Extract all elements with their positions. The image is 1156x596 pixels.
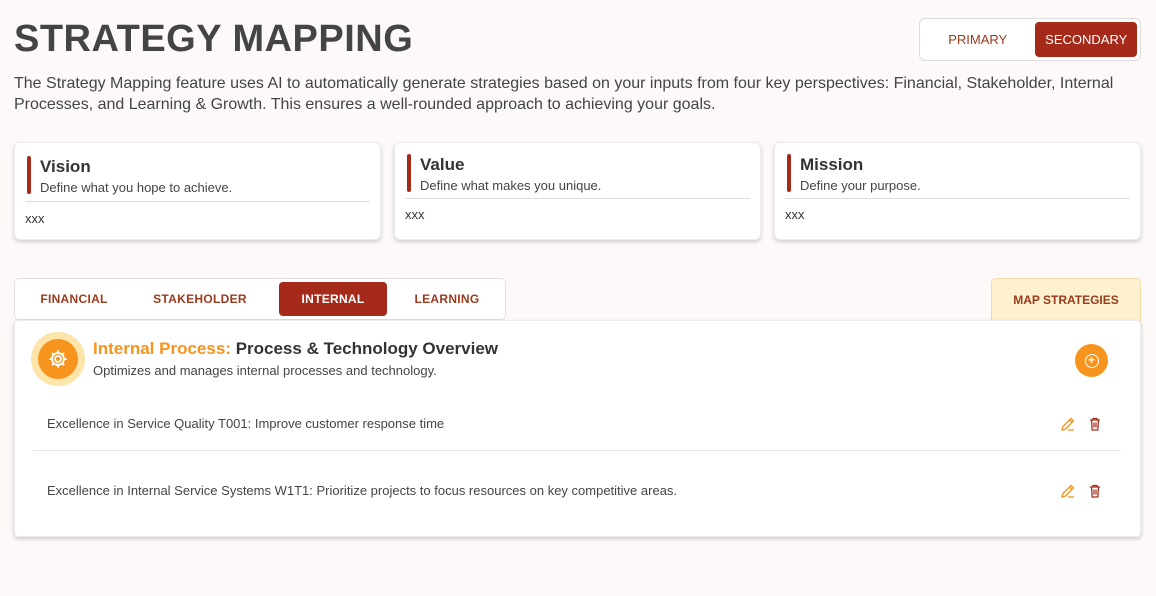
- card-title: Value: [420, 155, 465, 174]
- vision-value[interactable]: xxx: [25, 211, 45, 226]
- edit-icon[interactable]: [1060, 483, 1076, 499]
- strategy-panel: Internal Process: Process & Technology O…: [14, 320, 1141, 537]
- panel-title-text: Process & Technology Overview: [235, 339, 499, 358]
- tab-learning[interactable]: LEARNING: [397, 282, 497, 316]
- tab-financial[interactable]: FINANCIAL: [18, 282, 130, 316]
- panel-title: Internal Process: Process & Technology O…: [93, 339, 498, 359]
- delete-icon[interactable]: [1087, 416, 1103, 432]
- perspective-tabs: FINANCIAL STAKEHOLDER INTERNAL LEARNING: [14, 278, 506, 320]
- mission-value[interactable]: xxx: [785, 207, 805, 222]
- row-divider: [33, 450, 1121, 451]
- tab-stakeholder[interactable]: STAKEHOLDER: [140, 282, 260, 316]
- card-divider: [405, 198, 750, 199]
- strategy-text: Excellence in Internal Service Systems W…: [47, 483, 678, 498]
- vision-card[interactable]: Vision Define what you hope to achieve. …: [14, 142, 381, 240]
- tab-internal[interactable]: INTERNAL: [279, 282, 387, 316]
- plus-icon: +: [1084, 353, 1099, 368]
- card-divider: [785, 198, 1130, 199]
- card-subtitle: Define what makes you unique.: [420, 178, 602, 193]
- map-strategies-button[interactable]: MAP STRATEGIES: [991, 278, 1141, 322]
- add-strategy-button[interactable]: +: [1075, 344, 1108, 377]
- panel-title-prefix: Internal Process:: [93, 339, 231, 358]
- card-divider: [25, 201, 370, 202]
- edit-icon[interactable]: [1060, 416, 1076, 432]
- gear-icon: [31, 332, 85, 386]
- list-item[interactable]: Excellence in Service Quality T001: Impr…: [33, 394, 1121, 454]
- value-value[interactable]: xxx: [405, 207, 425, 222]
- secondary-toggle-button[interactable]: SECONDARY: [1035, 22, 1137, 57]
- card-accent-bar: [407, 154, 411, 192]
- panel-subtitle: Optimizes and manages internal processes…: [93, 363, 437, 378]
- card-accent-bar: [787, 154, 791, 192]
- page-title: STRATEGY MAPPING: [14, 18, 414, 60]
- card-subtitle: Define your purpose.: [800, 178, 921, 193]
- page-description: The Strategy Mapping feature uses AI to …: [14, 75, 1114, 113]
- view-toggle: PRIMARY SECONDARY: [919, 18, 1141, 61]
- card-accent-bar: [27, 156, 31, 194]
- mission-card[interactable]: Mission Define your purpose. xxx: [774, 142, 1141, 240]
- delete-icon[interactable]: [1087, 483, 1103, 499]
- card-subtitle: Define what you hope to achieve.: [40, 180, 233, 195]
- card-title: Vision: [40, 157, 91, 176]
- strategy-text: Excellence in Service Quality T001: Impr…: [47, 416, 445, 431]
- value-card[interactable]: Value Define what makes you unique. xxx: [394, 142, 761, 240]
- list-item[interactable]: Excellence in Internal Service Systems W…: [33, 461, 1121, 521]
- card-title: Mission: [800, 155, 864, 174]
- primary-toggle-button[interactable]: PRIMARY: [923, 22, 1032, 57]
